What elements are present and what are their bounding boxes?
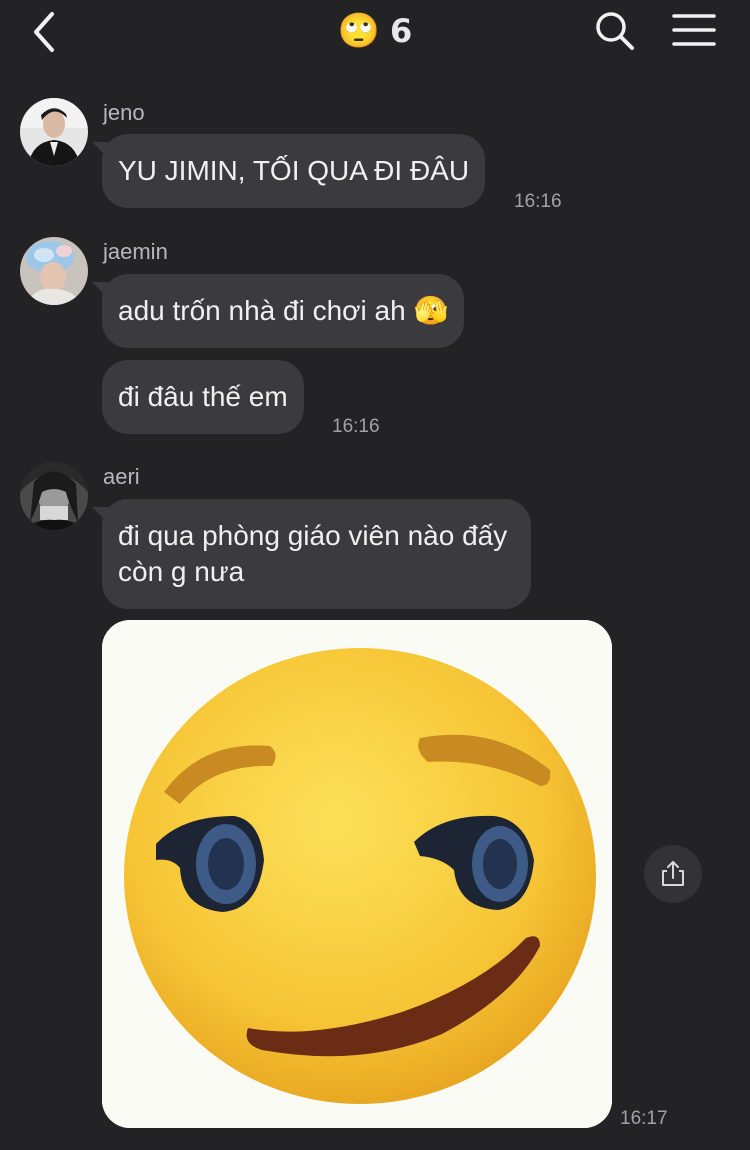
message-bubble[interactable]: YU JIMIN, TỐI QUA ĐI ĐÂU: [102, 134, 486, 208]
image-message[interactable]: [102, 620, 612, 1128]
smirking-face-emoji-image: [102, 620, 612, 1128]
message-bubble[interactable]: đi đâu thế em: [102, 360, 304, 434]
chat-screen: 🙄 6 jeno YU JIMIN, TỐI QUA ĐI ĐÂU 16:16 …: [0, 0, 750, 1150]
search-button[interactable]: [592, 8, 636, 52]
share-button[interactable]: [644, 845, 702, 903]
avatar-jeno[interactable]: [20, 98, 88, 166]
message-bubble[interactable]: adu trốn nhà đi chơi ah 🫣: [102, 274, 465, 348]
avatar-aeri[interactable]: [20, 462, 88, 530]
sender-name: jaemin: [103, 239, 168, 264]
group-emoji-icon: 🙄: [337, 11, 381, 51]
hamburger-menu-icon: [672, 14, 716, 46]
avatar-jaemin[interactable]: [20, 237, 88, 305]
message-time: 16:16: [332, 416, 380, 437]
sender-name: aeri: [103, 464, 140, 489]
menu-button[interactable]: [670, 10, 718, 50]
sender-name: jeno: [103, 100, 145, 125]
message-time: 16:16: [514, 191, 562, 212]
share-icon: [662, 861, 684, 886]
avatar-jeno-image: [20, 98, 88, 166]
member-count: 6: [390, 12, 413, 50]
search-icon: [596, 12, 634, 50]
avatar-aeri-image: [20, 462, 88, 530]
avatar-jaemin-image: [20, 237, 88, 305]
message-bubble[interactable]: đi qua phòng giáo viên nào đấy còn g nưa: [102, 499, 532, 609]
chat-title: 🙄 6: [0, 10, 750, 52]
chat-header: 🙄 6: [0, 0, 750, 62]
message-time: 16:17: [620, 1108, 668, 1129]
